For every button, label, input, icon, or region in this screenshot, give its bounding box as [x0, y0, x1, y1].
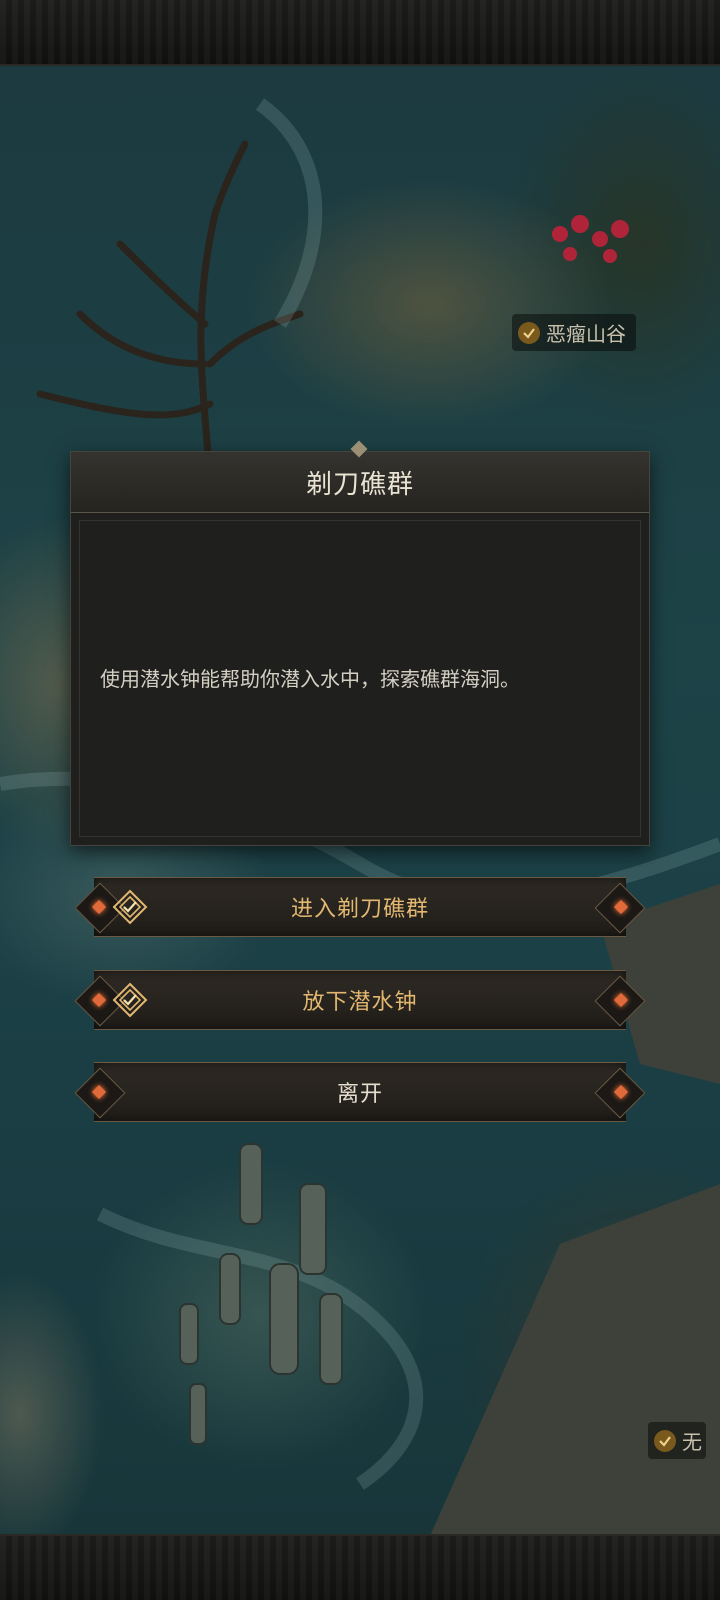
location-label-partial[interactable]: 无 — [648, 1422, 706, 1459]
quest-diamond-icon — [112, 982, 148, 1018]
enter-reef-button[interactable]: 进入剃刀礁群 — [74, 877, 646, 937]
dialog-body: 使用潜水钟能帮助你潜入水中，探索礁群海洞。 — [79, 520, 641, 837]
location-name: 无 — [682, 1430, 702, 1454]
checkmark-icon — [654, 1429, 676, 1452]
button-label: 进入剃刀礁群 — [290, 897, 429, 922]
quest-diamond-icon — [112, 889, 148, 925]
bottom-frame-bar — [0, 1534, 720, 1600]
location-name: 恶瘤山谷 — [546, 322, 626, 346]
drop-diving-bell-button[interactable]: 放下潜水钟 — [74, 970, 646, 1030]
dialog-title: 剃刀礁群 — [305, 469, 414, 500]
dialog-description: 使用潜水钟能帮助你潜入水中，探索礁群海洞。 — [100, 666, 520, 691]
dialog-header: 剃刀礁群 — [71, 452, 649, 513]
location-dialog: 剃刀礁群 使用潜水钟能帮助你潜入水中，探索礁群海洞。 — [70, 451, 650, 846]
top-frame-bar — [0, 0, 720, 66]
location-label-valley[interactable]: 恶瘤山谷 — [512, 314, 636, 351]
button-label: 放下潜水钟 — [302, 990, 418, 1015]
leave-button[interactable]: 离开 — [74, 1062, 646, 1122]
checkmark-icon — [518, 321, 540, 344]
button-label: 离开 — [336, 1082, 383, 1107]
